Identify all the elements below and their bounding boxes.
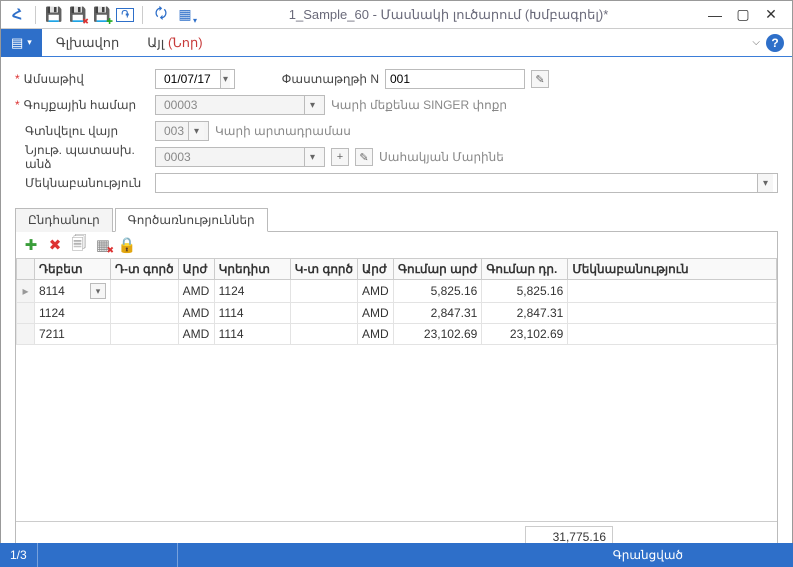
resp-label: Նյութ. պատասխ. անձ: [15, 143, 155, 171]
chevron-down-icon[interactable]: ▾: [757, 174, 773, 192]
col-amtcur[interactable]: Գումար արժ: [394, 259, 482, 280]
collapse-ribbon-icon[interactable]: ⌵: [752, 37, 760, 48]
add-icon[interactable]: +: [331, 148, 349, 166]
invnum-desc: Կարի մեքենա SINGER փոքր: [331, 98, 507, 112]
table-row[interactable]: 1124 AMD 1114 AMD 2,847.31 2,847.31: [17, 303, 777, 324]
col-credit[interactable]: Կրեդիտ: [214, 259, 290, 280]
maximize-button[interactable]: ▢: [730, 5, 756, 25]
tab-strip: Ընդհանուր Գործառնություններ: [15, 208, 778, 232]
chevron-down-icon[interactable]: ▾: [188, 122, 204, 140]
invnum-combo[interactable]: 00003 ▾: [155, 95, 325, 115]
window-title: 1_Sample_60 - Մասնակի լուծարում (Խմբագրե…: [195, 7, 702, 23]
refresh-icon[interactable]: 🗘: [151, 5, 171, 25]
docnum-label: Փաստաթղթի N: [275, 72, 385, 86]
col-dcur[interactable]: Արժ: [178, 259, 214, 280]
col-note[interactable]: Մեկնաբանություն: [568, 259, 777, 280]
row-indicator-icon: ▸: [17, 280, 35, 303]
close-button[interactable]: ✕: [758, 5, 784, 25]
columns-icon[interactable]: ▦▾: [175, 5, 195, 25]
tab-general[interactable]: Ընդհանուր: [15, 208, 113, 232]
app-logo-icon[interactable]: Հ: [7, 5, 27, 25]
col-ccoef[interactable]: Կ-տ գործ: [290, 259, 357, 280]
menu-main[interactable]: Գլխավոր: [42, 35, 133, 51]
file-menu-button[interactable]: ▤ ▾: [1, 29, 42, 57]
table-row[interactable]: 7211 AMD 1114 AMD 23,102.69 23,102.69: [17, 324, 777, 345]
col-debit[interactable]: Դեբետ: [35, 259, 111, 280]
date-caret-icon[interactable]: ▾: [220, 70, 230, 88]
resp-desc: Սահակյան Մարինե: [379, 150, 504, 164]
comment-input[interactable]: ▾: [155, 173, 778, 193]
add-row-icon[interactable]: ✚: [22, 236, 40, 254]
resp-combo[interactable]: 0003 ▾: [155, 147, 325, 167]
file-menu-icon: ▤: [11, 35, 23, 51]
status-state: Գրանցված: [603, 543, 693, 567]
save-new-icon[interactable]: 💾✚: [92, 5, 112, 25]
minimize-button[interactable]: —: [702, 5, 728, 25]
col-ccur[interactable]: Արժ: [358, 259, 394, 280]
menu-other[interactable]: Այլ (Նոր): [133, 35, 216, 51]
invnum-label: Գույքային համար: [24, 98, 136, 112]
location-combo[interactable]: 003 ▾: [155, 121, 209, 141]
grid-panel: ✚ ✖ 🗐 ▦✖ 🔒 Դեբետ Դ-տ գործ Արժ Կրեդիտ Կ-տ…: [15, 231, 778, 553]
grid-toolbar: ✚ ✖ 🗐 ▦✖ 🔒: [16, 232, 777, 258]
docnum-input[interactable]: [385, 69, 525, 89]
col-dcoef[interactable]: Դ-տ գործ: [111, 259, 179, 280]
price-icon[interactable]: ֏: [116, 8, 134, 22]
location-desc: Կարի արտադրամաս: [215, 124, 351, 138]
status-page: 1/3: [0, 543, 38, 567]
table-row[interactable]: ▸ 8114▾ AMD 1124 AMD 5,825.16 5,825.16: [17, 280, 777, 303]
chevron-down-icon[interactable]: ▾: [90, 283, 106, 299]
help-icon[interactable]: ?: [766, 34, 784, 52]
clear-grid-icon[interactable]: ▦✖: [94, 236, 112, 254]
chevron-down-icon[interactable]: ▾: [304, 148, 320, 166]
edit-icon[interactable]: ✎: [355, 148, 373, 166]
location-label: Գտնվելու վայր: [15, 124, 155, 138]
delete-row-icon[interactable]: ✖: [46, 236, 64, 254]
menu-bar: ▤ ▾ Գլխավոր Այլ (Նոր) ⌵ ?: [1, 29, 792, 57]
date-label: Ամսաթիվ: [24, 72, 84, 86]
copy-row-icon[interactable]: 🗐: [70, 236, 88, 254]
col-amtdram[interactable]: Գումար դր.: [482, 259, 568, 280]
status-bar: 1/3 Գրանցված: [0, 543, 793, 567]
save-close-icon[interactable]: 💾✖: [68, 5, 88, 25]
title-bar: Հ 💾 💾✖ 💾✚ ֏ 🗘 ▦▾ 1_Sample_60 - Մասնակի լ…: [1, 1, 792, 29]
tab-entries[interactable]: Գործառնություններ: [115, 208, 268, 232]
entries-grid[interactable]: Դեբետ Դ-տ գործ Արժ Կրեդիտ Կ-տ գործ Արժ Գ…: [16, 258, 777, 345]
chevron-down-icon[interactable]: ▾: [304, 96, 320, 114]
docnum-wand-icon[interactable]: ✎: [531, 70, 549, 88]
date-input[interactable]: ▾: [155, 69, 235, 89]
form-panel: *Ամսաթիվ ▾ Փաստաթղթի N ✎ *Գույքային համա…: [1, 57, 792, 203]
lock-icon[interactable]: 🔒: [118, 236, 136, 254]
caret-down-icon: ▾: [27, 37, 32, 48]
save-icon[interactable]: 💾: [44, 5, 64, 25]
comment-label: Մեկնաբանություն: [15, 176, 155, 190]
